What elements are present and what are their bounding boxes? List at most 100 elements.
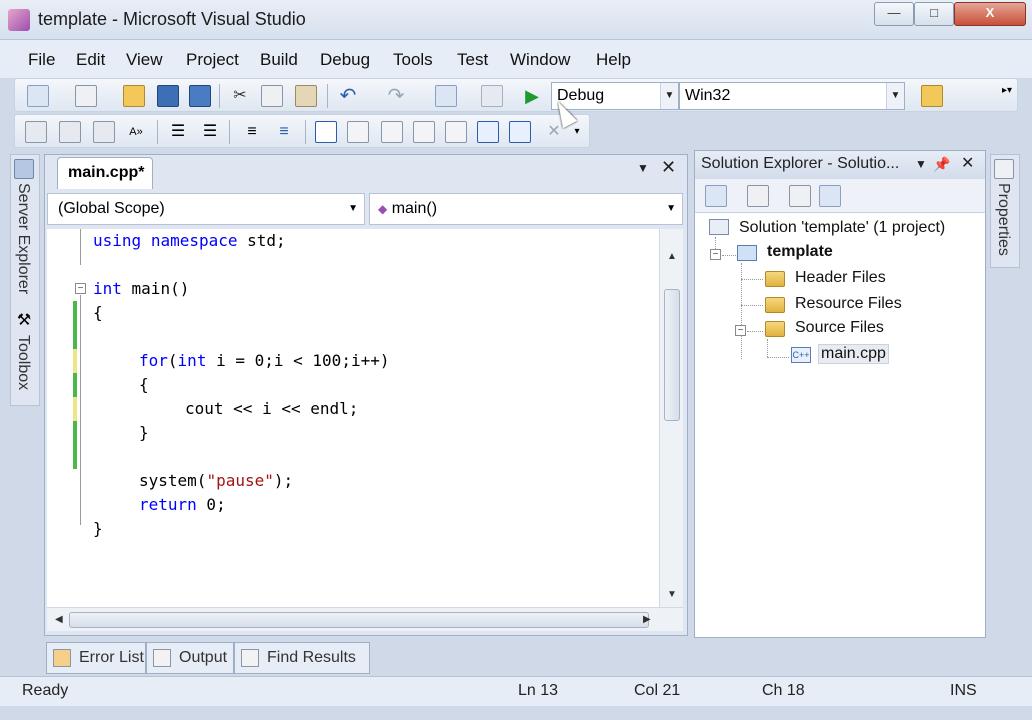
menu-window[interactable]: Window — [510, 50, 570, 70]
class-diagram-icon[interactable] — [819, 185, 841, 207]
menu-view[interactable]: View — [126, 50, 163, 70]
character-number: Ch 18 — [762, 682, 805, 699]
tab-output[interactable]: Output — [146, 642, 234, 674]
save-icon[interactable] — [157, 85, 179, 107]
server-explorer-tab[interactable]: Server Explorer — [14, 183, 32, 294]
toolbar-separator — [229, 120, 230, 144]
cpp-file-icon: C++ — [791, 347, 811, 363]
window-position-dropdown-icon[interactable]: ▼ — [915, 151, 927, 177]
scope-dropdown[interactable]: (Global Scope) ▼ — [47, 193, 365, 225]
code-line: } — [93, 519, 103, 538]
menu-build[interactable]: Build — [260, 50, 298, 70]
next-bookmark-in-folder-icon[interactable] — [445, 121, 467, 143]
vertical-scroll-thumb[interactable] — [664, 289, 680, 421]
window-title: template - Microsoft Visual Studio — [38, 9, 306, 29]
tree-item-source-files[interactable]: Source Files — [795, 319, 884, 337]
display-object-member-list-icon[interactable] — [25, 121, 47, 143]
tab-main-cpp[interactable]: main.cpp* — [57, 157, 153, 189]
quick-info-icon[interactable] — [93, 121, 115, 143]
outline-line — [80, 295, 81, 525]
menu-file[interactable]: File — [28, 50, 55, 70]
menu-tools[interactable]: Tools — [393, 50, 433, 70]
close-icon[interactable]: ✕ — [961, 151, 974, 177]
close-button[interactable]: X — [954, 2, 1026, 26]
toolbox-tab[interactable]: Toolbox — [14, 335, 32, 390]
new-project-icon[interactable] — [27, 85, 49, 107]
scroll-up-icon[interactable]: ▲ — [667, 251, 677, 262]
code-line: for(int i = 0;i < 100;i++) — [139, 351, 390, 370]
tree-line — [767, 339, 768, 357]
collapse-icon[interactable]: − — [710, 249, 721, 260]
minimize-button[interactable]: — — [874, 2, 914, 26]
horizontal-scrollbar[interactable]: ◀ ▶ — [47, 607, 683, 631]
start-debugging-icon[interactable]: ▶ — [521, 85, 543, 107]
toggle-bookmark-icon[interactable] — [315, 121, 337, 143]
redo-icon[interactable]: ↷ — [385, 85, 407, 107]
scroll-right-icon[interactable]: ▶ — [643, 614, 651, 625]
toolbar-options-icon[interactable]: ▾ — [571, 121, 583, 143]
pin-icon[interactable]: 📌 — [933, 151, 950, 177]
find-in-files-icon[interactable] — [921, 85, 943, 107]
save-all-icon[interactable] — [189, 85, 211, 107]
active-files-dropdown-icon[interactable]: ▼ — [637, 161, 649, 175]
chevron-down-icon[interactable]: ▼ — [666, 194, 676, 224]
open-folder-icon[interactable] — [123, 85, 145, 107]
undo-icon[interactable]: ↶ — [337, 85, 359, 107]
previous-bookmark-in-folder-icon[interactable] — [413, 121, 435, 143]
previous-bookmark-icon[interactable] — [347, 121, 369, 143]
tree-item-solution[interactable]: Solution 'template' (1 project) — [739, 219, 945, 237]
tree-item-header-files[interactable]: Header Files — [795, 269, 886, 287]
comment-lines-icon[interactable]: ≡ — [241, 121, 263, 143]
decrease-indent-icon[interactable]: ☰ — [167, 121, 189, 143]
chevron-down-icon[interactable]: ▼ — [660, 83, 678, 109]
paste-icon[interactable] — [295, 85, 317, 107]
menu-help[interactable]: Help — [596, 50, 631, 70]
solution-configuration-dropdown[interactable]: Debug ▼ — [551, 82, 679, 110]
tab-error-list[interactable]: Error List — [46, 642, 146, 674]
navigate-backward-icon[interactable] — [435, 85, 457, 107]
tree-item-project[interactable]: template — [767, 243, 833, 261]
toolbar-separator — [305, 120, 306, 144]
close-document-icon[interactable]: ✕ — [661, 157, 676, 178]
project-icon — [737, 245, 757, 261]
parameter-info-icon[interactable] — [59, 121, 81, 143]
next-bookmark-in-document-icon[interactable] — [509, 121, 531, 143]
code-text-area[interactable]: using namespace std; − int main() { for(… — [47, 229, 659, 607]
scroll-left-icon[interactable]: ◀ — [55, 614, 63, 625]
collapse-icon[interactable]: − — [735, 325, 746, 336]
solution-platform-dropdown[interactable]: Win32 ▼ — [679, 82, 905, 110]
increase-indent-icon[interactable]: ☰ — [199, 121, 221, 143]
collapse-icon[interactable]: − — [75, 283, 86, 294]
horizontal-scroll-thumb[interactable] — [69, 612, 649, 628]
show-all-files-icon[interactable] — [747, 185, 769, 207]
vertical-scrollbar[interactable]: ▲ ▼ — [659, 229, 683, 607]
previous-bookmark-in-document-icon[interactable] — [477, 121, 499, 143]
maximize-button[interactable]: □ — [914, 2, 954, 26]
copy-icon[interactable] — [261, 85, 283, 107]
menu-debug[interactable]: Debug — [320, 50, 370, 70]
uncomment-lines-icon[interactable]: ≡ — [273, 121, 295, 143]
cut-icon[interactable]: ✂ — [229, 85, 251, 107]
insert-mode: INS — [950, 682, 977, 699]
properties-icon[interactable] — [705, 185, 727, 207]
tree-line — [741, 305, 763, 306]
member-dropdown[interactable]: ◆ main() ▼ — [369, 193, 683, 225]
visual-studio-app-icon — [8, 9, 30, 31]
menu-test[interactable]: Test — [457, 50, 488, 70]
chevron-down-icon[interactable]: ▼ — [886, 83, 904, 109]
tree-item-main-cpp[interactable]: main.cpp — [818, 344, 889, 364]
tree-item-resource-files[interactable]: Resource Files — [795, 295, 902, 313]
properties-tab[interactable]: Properties — [994, 183, 1012, 256]
tab-find-results[interactable]: Find Results 1 — [234, 642, 370, 696]
chevron-down-icon[interactable]: ▼ — [348, 194, 358, 224]
complete-word-icon[interactable]: A» — [125, 121, 147, 143]
add-item-icon[interactable] — [75, 85, 97, 107]
menu-edit[interactable]: Edit — [76, 50, 105, 70]
changed-unsaved-marker — [73, 397, 77, 421]
navigate-forward-icon[interactable] — [481, 85, 503, 107]
next-bookmark-icon[interactable] — [381, 121, 403, 143]
scroll-down-icon[interactable]: ▼ — [667, 589, 677, 600]
refresh-icon[interactable] — [789, 185, 811, 207]
toolbar-options-icon[interactable]: ▸▾ — [1001, 85, 1013, 107]
menu-project[interactable]: Project — [186, 50, 239, 70]
